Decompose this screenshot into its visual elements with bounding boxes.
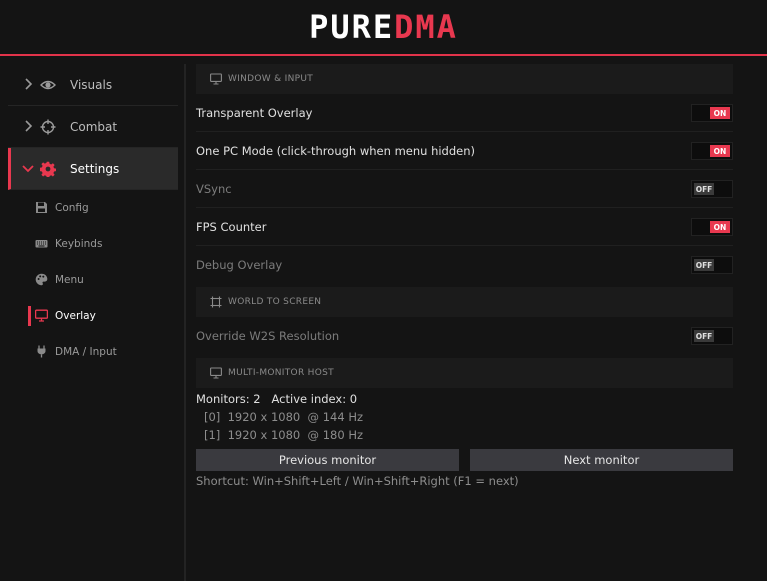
setting-row-override-w2s: Override W2S Resolution OFF [196,317,733,355]
shortcut-hint: Shortcut: Win+Shift+Left / Win+Shift+Rig… [196,474,519,488]
setting-row-debug-overlay: Debug Overlay OFF [196,246,733,284]
chevron-down-icon [22,165,34,173]
monitor-icon [210,73,222,85]
sidebar-item-label: DMA / Input [55,346,117,358]
multi-monitor-body: Monitors: 2 Active index: 0 [0] 1920 x 1… [196,388,733,488]
setting-row-one-pc-mode: One PC Mode (click-through when menu hid… [196,132,733,170]
section-header-multi-monitor: MULTI-MONITOR HOST [196,358,733,388]
active-indicator [28,306,31,326]
logo-part-1: PURE [309,8,395,46]
section-header-window-input: WINDOW & INPUT [196,64,733,94]
toggle-state: OFF [694,330,714,342]
vsync-toggle[interactable]: OFF [691,180,733,198]
monitor-icon [35,309,48,322]
sidebar-item-menu[interactable]: Menu [8,262,178,298]
app-header: PUREDMA [0,0,767,56]
setting-label: FPS Counter [196,219,267,234]
sidebar-item-label: Config [55,202,89,214]
save-icon [36,202,47,213]
setting-row-vsync: VSync OFF [196,170,733,208]
section-title: MULTI-MONITOR HOST [228,368,334,378]
palette-icon [35,273,48,286]
setting-row-fps-counter: FPS Counter ON [196,208,733,246]
plug-icon [37,345,46,358]
frame-icon [210,296,222,308]
logo-part-2: DMA [394,8,458,46]
monitor-entry: [1] 1920 x 1080 @ 180 Hz [204,428,364,442]
toggle-state: ON [710,221,730,233]
crosshair-icon [40,119,56,135]
override-w2s-toggle[interactable]: OFF [691,327,733,345]
transparent-overlay-toggle[interactable]: ON [691,104,733,122]
sidebar-item-overlay[interactable]: Overlay [8,298,178,334]
sidebar: Visuals Combat Settings Config Keybinds … [8,64,178,581]
section-title: WINDOW & INPUT [228,74,314,84]
sidebar-item-config[interactable]: Config [8,190,178,226]
fps-counter-toggle[interactable]: ON [691,218,733,236]
toggle-state: ON [710,107,730,119]
section-title: WORLD TO SCREEN [228,297,322,307]
sidebar-divider [184,64,186,581]
monitor-entry: [0] 1920 x 1080 @ 144 Hz [204,410,364,424]
sidebar-category-label: Settings [70,161,120,176]
sidebar-category-settings[interactable]: Settings [8,148,178,190]
monitor-icon [210,367,222,379]
settings-submenu: Config Keybinds Menu Overlay DMA / Input [8,190,178,370]
eye-icon [40,80,56,90]
gear-icon [40,161,56,177]
setting-label: Debug Overlay [196,258,283,272]
setting-label: VSync [196,181,232,196]
toggle-state: OFF [694,183,714,195]
main-panel: WINDOW & INPUT Transparent Overlay ON On… [196,64,733,488]
setting-label: Override W2S Resolution [196,329,340,343]
sidebar-item-label: Keybinds [55,238,103,250]
sidebar-category-visuals[interactable]: Visuals [8,64,178,106]
chevron-right-icon [25,120,33,132]
one-pc-mode-toggle[interactable]: ON [691,142,733,160]
sidebar-item-dma-input[interactable]: DMA / Input [8,334,178,370]
section-header-world-to-screen: WORLD TO SCREEN [196,287,733,317]
monitor-button-row: Previous monitor Next monitor [196,449,733,471]
sidebar-item-keybinds[interactable]: Keybinds [8,226,178,262]
sidebar-category-label: Visuals [70,77,113,92]
setting-label: Transparent Overlay [196,105,313,120]
setting-label: One PC Mode (click-through when menu hid… [196,143,476,158]
sidebar-category-combat[interactable]: Combat [8,106,178,148]
next-monitor-button[interactable]: Next monitor [470,449,733,471]
chevron-right-icon [25,78,33,90]
keyboard-icon [35,240,48,248]
previous-monitor-button[interactable]: Previous monitor [196,449,459,471]
sidebar-category-label: Combat [70,119,118,134]
monitor-summary: Monitors: 2 Active index: 0 [196,392,358,406]
app-logo: PUREDMA [309,11,458,43]
setting-row-transparent-overlay: Transparent Overlay ON [196,94,733,132]
debug-overlay-toggle[interactable]: OFF [691,256,733,274]
toggle-state: ON [710,145,730,157]
sidebar-item-label: Overlay [55,310,96,322]
toggle-state: OFF [694,259,714,271]
sidebar-item-label: Menu [55,274,84,286]
